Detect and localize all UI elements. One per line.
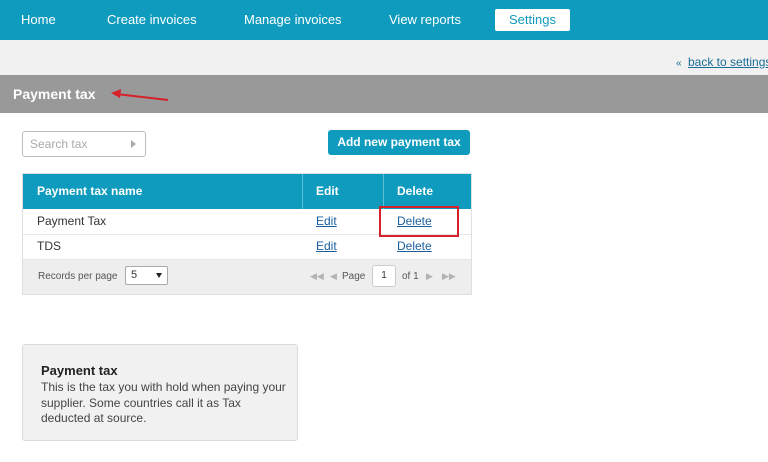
nav-create-invoices[interactable]: Create invoices	[107, 0, 197, 40]
add-payment-tax-button[interactable]: Add new payment tax	[328, 130, 470, 155]
table-pager: Records per page 5 ◀◀ ◀ Page 1 of 1 ▶ ▶▶	[23, 260, 471, 294]
first-page-icon[interactable]: ◀◀	[310, 271, 324, 282]
subheader-strip	[0, 40, 768, 75]
prev-page-icon[interactable]: ◀	[330, 271, 337, 282]
help-panel: Payment tax This is the tax you with hol…	[22, 344, 298, 441]
tax-name-cell: TDS	[37, 239, 61, 253]
table-row: TDS Edit Delete	[23, 234, 471, 260]
help-text: This is the tax you with hold when payin…	[41, 380, 286, 425]
column-divider	[383, 174, 384, 209]
page-title: Payment tax	[13, 86, 96, 102]
page-label: Page	[342, 271, 366, 282]
nav-settings[interactable]: Settings	[495, 9, 570, 31]
nav-manage-invoices[interactable]: Manage invoices	[244, 0, 342, 40]
search-box[interactable]	[22, 131, 146, 157]
page-count-label: of 1	[402, 271, 419, 282]
back-to-settings-link[interactable]: « back to settings	[676, 55, 768, 69]
records-per-page-label: Records per page	[38, 271, 118, 282]
tax-name-cell: Payment Tax	[37, 214, 107, 228]
edit-link[interactable]: Edit	[316, 209, 337, 234]
delete-link[interactable]: Delete	[397, 234, 432, 259]
nav-home[interactable]: Home	[21, 0, 56, 40]
column-header-name[interactable]: Payment tax name	[37, 174, 142, 209]
top-navigation-bar: Home Create invoices Manage invoices Vie…	[0, 0, 768, 40]
table-header: Payment tax name Edit Delete	[23, 174, 471, 209]
back-arrow-icon: «	[676, 58, 682, 69]
column-header-delete[interactable]: Delete	[397, 174, 433, 209]
annotation-arrow-icon	[111, 89, 169, 101]
delete-highlight-box	[379, 206, 459, 237]
dropdown-arrow-icon	[156, 273, 162, 278]
column-divider	[302, 174, 303, 209]
back-link-label: back to settings	[688, 55, 768, 69]
nav-view-reports[interactable]: View reports	[389, 0, 461, 40]
records-per-page-value: 5	[131, 269, 138, 281]
edit-link[interactable]: Edit	[316, 234, 337, 259]
next-page-icon[interactable]: ▶	[426, 271, 433, 282]
last-page-icon[interactable]: ▶▶	[442, 271, 456, 282]
page-number-input[interactable]: 1	[372, 265, 396, 287]
search-arrow-icon[interactable]	[131, 140, 136, 148]
help-title: Payment tax	[41, 363, 118, 378]
column-header-edit[interactable]: Edit	[316, 174, 339, 209]
search-input[interactable]	[30, 133, 130, 155]
records-per-page-select[interactable]: 5	[125, 266, 168, 285]
